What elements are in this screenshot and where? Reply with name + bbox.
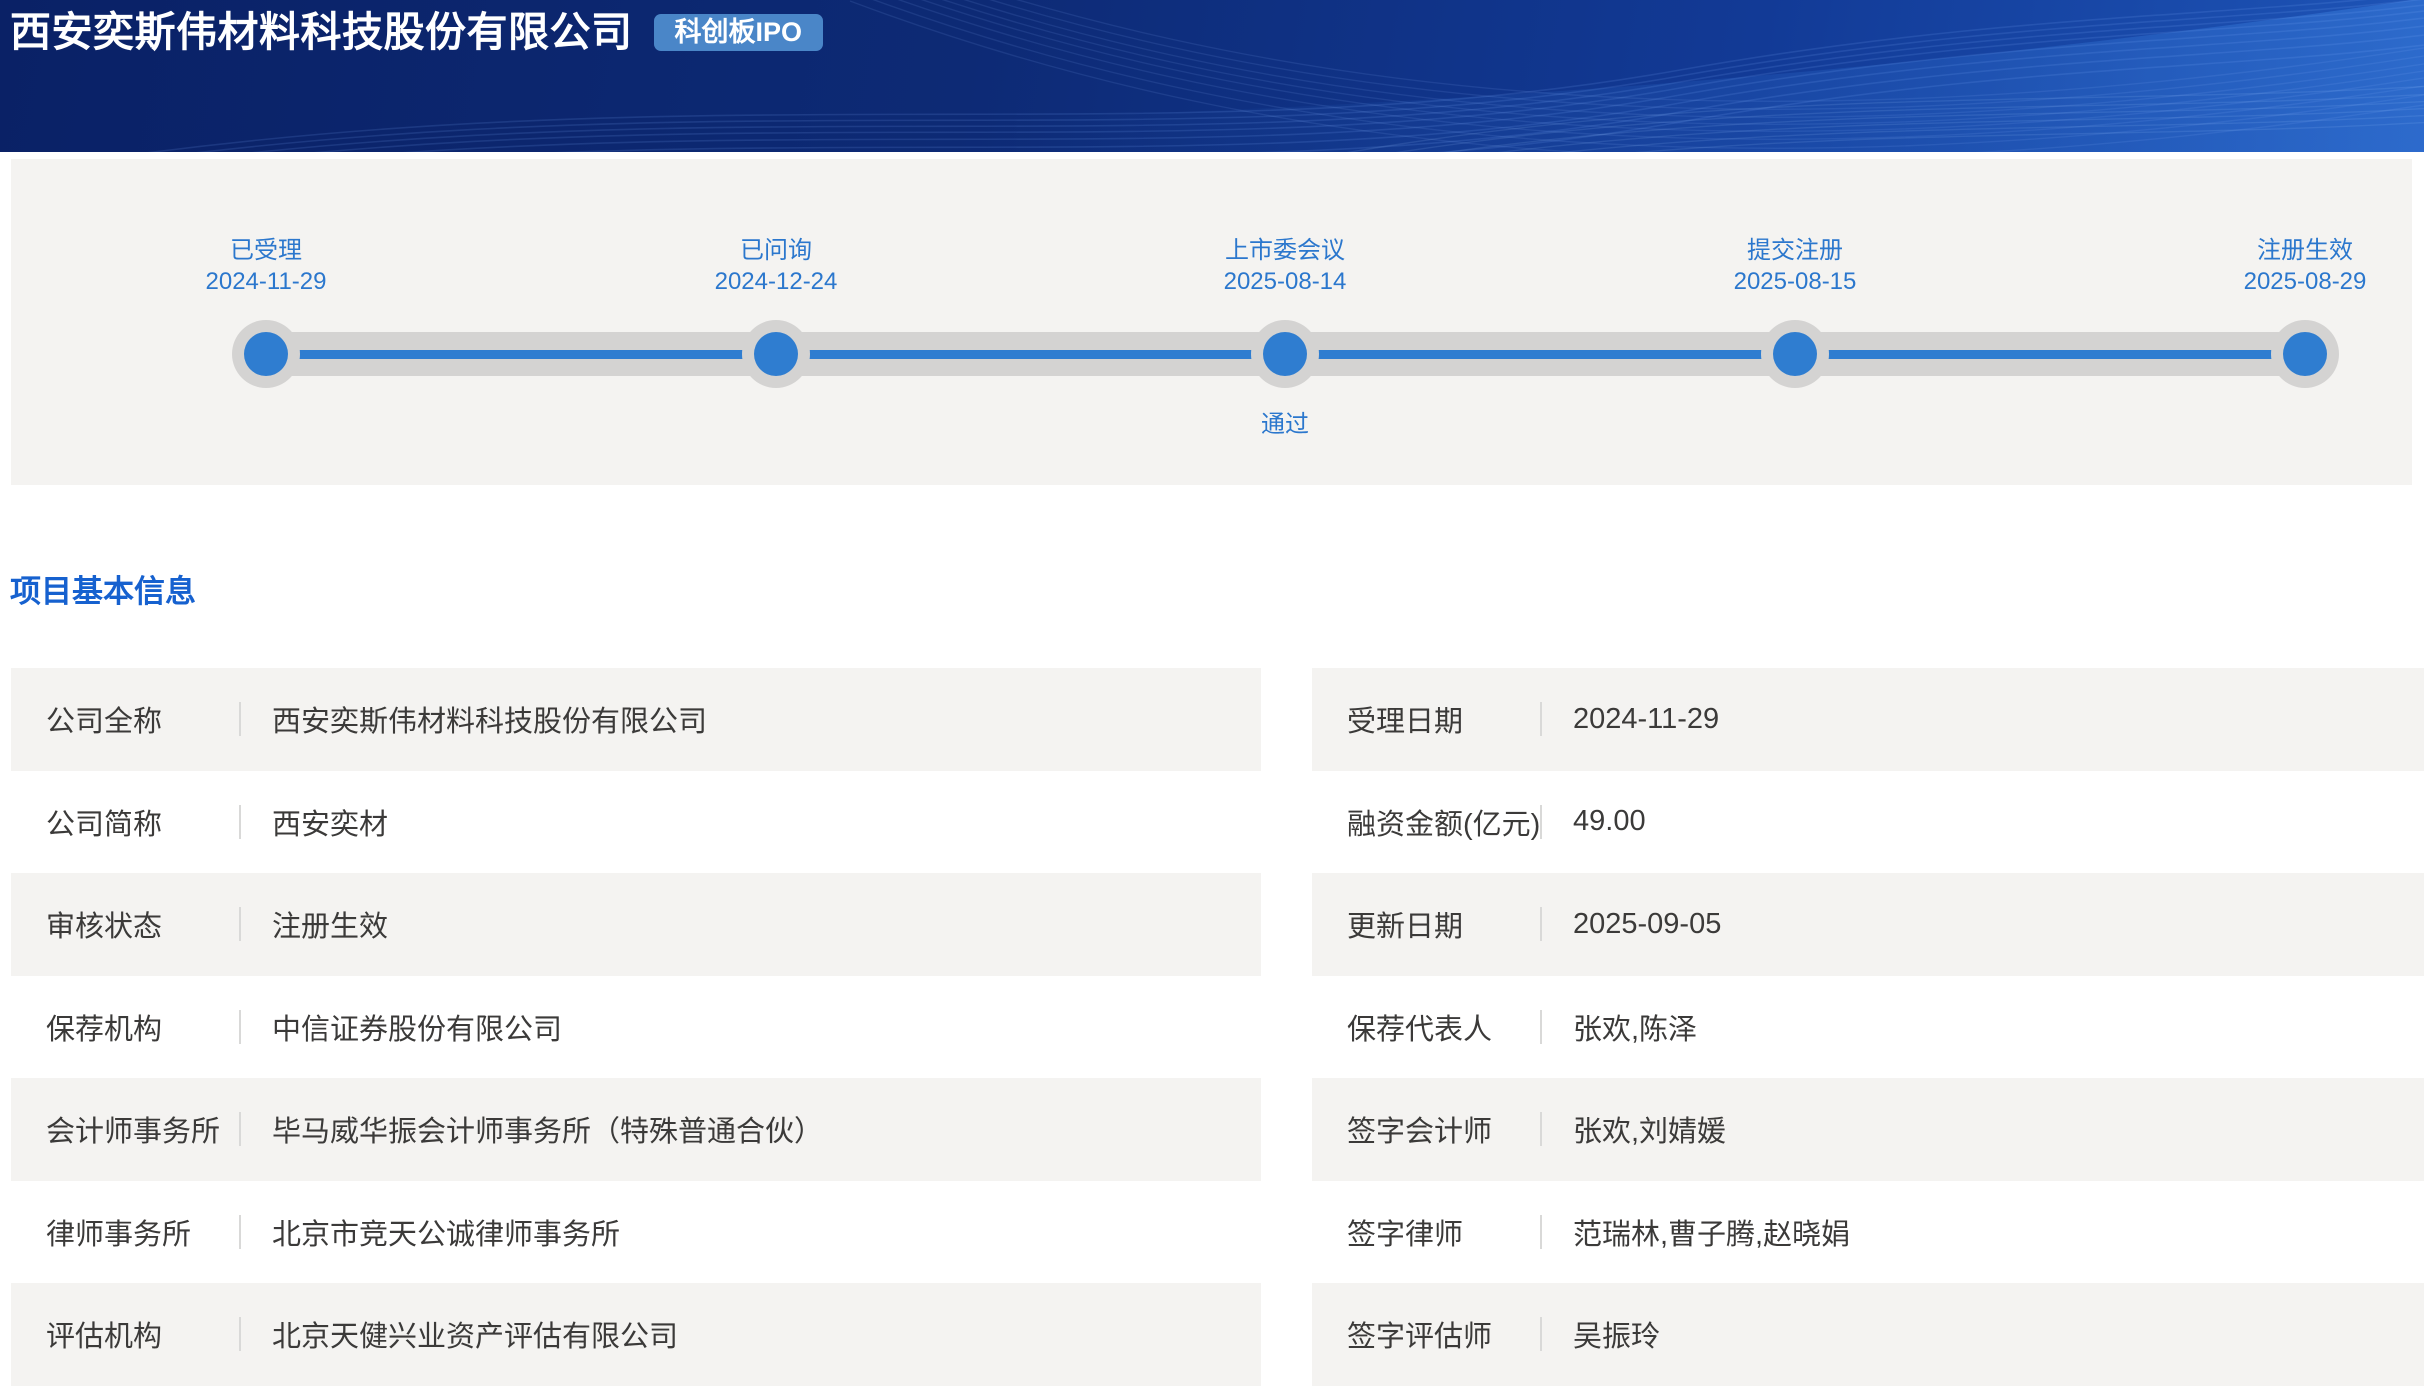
stage-date: 2025-08-14	[1135, 266, 1435, 297]
label-value-divider	[239, 1112, 241, 1146]
info-label: 保荐代表人	[1347, 1006, 1540, 1048]
label-value-divider	[1540, 1215, 1542, 1249]
stage-name: 注册生效	[2155, 235, 2424, 266]
info-row: 受理日期 2024-11-29	[1312, 668, 2424, 771]
timeline-stage: 提交注册 2025-08-15	[1645, 159, 1945, 485]
info-table-left: 公司全称 西安奕斯伟材料科技股份有限公司 公司简称 西安奕材 审核状态 注册生效…	[11, 668, 1261, 1386]
info-value: 49.00	[1573, 805, 1646, 838]
info-value: 中信证券股份有限公司	[272, 1006, 562, 1048]
label-value-divider	[1540, 1112, 1542, 1146]
info-row: 评估机构 北京天健兴业资产评估有限公司	[11, 1283, 1261, 1386]
info-row: 公司全称 西安奕斯伟材料科技股份有限公司	[11, 668, 1261, 771]
label-value-divider	[1540, 1010, 1542, 1044]
info-label: 受理日期	[1347, 698, 1540, 740]
info-row: 保荐机构 中信证券股份有限公司	[11, 976, 1261, 1079]
info-value: 北京天健兴业资产评估有限公司	[272, 1313, 678, 1355]
info-value: 吴振玲	[1573, 1313, 1660, 1355]
label-value-divider	[239, 702, 241, 736]
info-value: 2024-11-29	[1573, 703, 1719, 736]
stage-name: 已问询	[626, 235, 926, 266]
label-value-divider	[1540, 805, 1542, 839]
info-label: 律师事务所	[46, 1211, 239, 1253]
info-value: 北京市竞天公诚律师事务所	[272, 1211, 620, 1253]
stage-date: 2025-08-15	[1645, 266, 1945, 297]
info-label: 融资金额(亿元)	[1347, 801, 1540, 843]
info-label: 签字律师	[1347, 1211, 1540, 1253]
info-row: 签字律师 范瑞林,曹子腾,赵晓娟	[1312, 1181, 2424, 1284]
timeline-stage: 已问询 2024-12-24	[626, 159, 926, 485]
info-label: 公司简称	[46, 801, 239, 843]
info-label: 签字评估师	[1347, 1313, 1540, 1355]
info-value: 范瑞林,曹子腾,赵晓娟	[1573, 1211, 1850, 1253]
label-value-divider	[239, 907, 241, 941]
info-row: 审核状态 注册生效	[11, 873, 1261, 976]
stage-date: 2025-08-29	[2155, 266, 2424, 297]
stage-dot-icon	[754, 332, 798, 376]
info-label: 会计师事务所	[46, 1108, 239, 1150]
header-title-row: 西安奕斯伟材料科技股份有限公司 科创板IPO	[10, 8, 823, 56]
info-row: 公司简称 西安奕材	[11, 771, 1261, 874]
page-title: 西安奕斯伟材料科技股份有限公司	[10, 8, 633, 56]
info-row: 融资金额(亿元) 49.00	[1312, 771, 2424, 874]
label-value-divider	[239, 805, 241, 839]
stage-dot-icon	[1263, 332, 1307, 376]
market-badge: 科创板IPO	[654, 14, 824, 51]
label-value-divider	[1540, 1317, 1542, 1351]
info-row: 签字评估师 吴振玲	[1312, 1283, 2424, 1386]
stage-name: 上市委会议	[1135, 235, 1435, 266]
section-title: 项目基本信息	[10, 572, 196, 612]
ipo-progress-timeline: 已受理 2024-11-29 已问询 2024-12-24 上市委会议 2025…	[11, 159, 2412, 485]
timeline-stage: 已受理 2024-11-29	[116, 159, 416, 485]
label-value-divider	[1540, 907, 1542, 941]
info-row: 律师事务所 北京市竞天公诚律师事务所	[11, 1181, 1261, 1284]
info-row: 签字会计师 张欢,刘婧媛	[1312, 1078, 2424, 1181]
stage-dot-icon	[2283, 332, 2327, 376]
info-label: 审核状态	[46, 903, 239, 945]
stage-dot-icon	[1773, 332, 1817, 376]
label-value-divider	[1540, 702, 1542, 736]
timeline-stage: 上市委会议 2025-08-14 通过	[1135, 159, 1435, 485]
stage-dot-icon	[244, 332, 288, 376]
info-value: 张欢,刘婧媛	[1573, 1108, 1726, 1150]
info-value: 张欢,陈泽	[1573, 1006, 1697, 1048]
page-header: 西安奕斯伟材料科技股份有限公司 科创板IPO	[0, 0, 2424, 152]
info-label: 评估机构	[46, 1313, 239, 1355]
stage-date: 2024-12-24	[626, 266, 926, 297]
info-label: 公司全称	[46, 698, 239, 740]
stage-date: 2024-11-29	[116, 266, 416, 297]
stage-name: 提交注册	[1645, 235, 1945, 266]
info-value: 2025-09-05	[1573, 908, 1721, 941]
label-value-divider	[239, 1317, 241, 1351]
info-label: 更新日期	[1347, 903, 1540, 945]
info-value: 注册生效	[272, 903, 388, 945]
stage-name: 已受理	[116, 235, 416, 266]
info-value: 西安奕材	[272, 801, 388, 843]
info-label: 签字会计师	[1347, 1108, 1540, 1150]
timeline-stage: 注册生效 2025-08-29	[2155, 159, 2424, 485]
info-row: 更新日期 2025-09-05	[1312, 873, 2424, 976]
ipo-detail-page: { "header": { "company_name": "西安奕斯伟材料科技…	[0, 0, 2424, 1390]
info-table-right: 受理日期 2024-11-29 融资金额(亿元) 49.00 更新日期 2025…	[1312, 668, 2424, 1386]
info-value: 毕马威华振会计师事务所（特殊普通合伙）	[272, 1108, 823, 1150]
info-row: 保荐代表人 张欢,陈泽	[1312, 976, 2424, 1079]
info-value: 西安奕斯伟材料科技股份有限公司	[272, 698, 707, 740]
info-row: 会计师事务所 毕马威华振会计师事务所（特殊普通合伙）	[11, 1078, 1261, 1181]
label-value-divider	[239, 1215, 241, 1249]
label-value-divider	[239, 1010, 241, 1044]
info-label: 保荐机构	[46, 1006, 239, 1048]
stage-result-label: 通过	[1135, 409, 1435, 440]
